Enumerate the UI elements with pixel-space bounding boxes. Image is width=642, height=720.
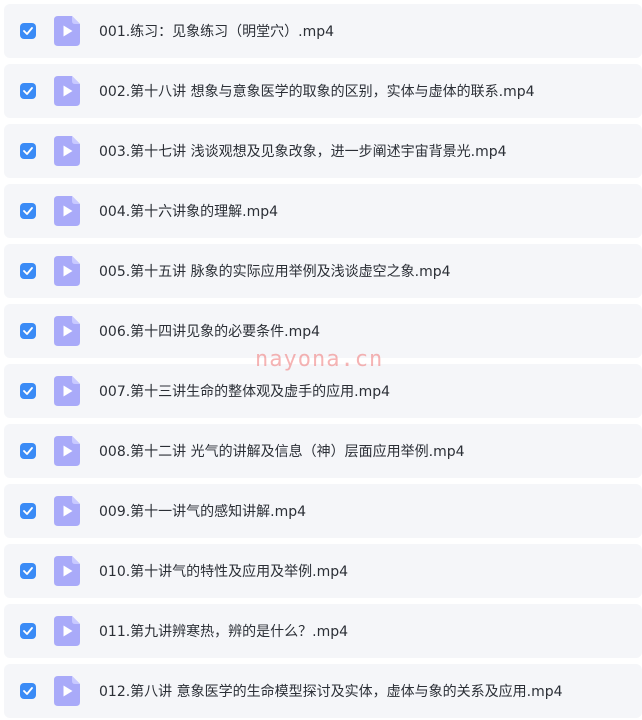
checkmark-icon	[23, 447, 33, 455]
file-row[interactable]: 009.第十一讲气的感知讲解.mp4	[4, 484, 642, 538]
file-name: 009.第十一讲气的感知讲解.mp4	[99, 504, 307, 520]
checkbox-checked[interactable]	[20, 503, 36, 519]
checkbox-checked[interactable]	[20, 203, 36, 219]
checkbox-checked[interactable]	[20, 683, 36, 699]
file-name: 001.练习：见象练习（明堂穴）.mp4	[99, 24, 335, 40]
file-name: 012.第八讲 意象医学的生命模型探讨及实体，虚体与象的关系及应用.mp4	[99, 684, 563, 700]
checkbox-checked[interactable]	[20, 443, 36, 459]
file-row[interactable]: 010.第十讲气的特性及应用及举例.mp4	[4, 544, 642, 598]
video-file-icon	[54, 676, 80, 706]
file-name: 002.第十八讲 想象与意象医学的取象的区别，实体与虚体的联系.mp4	[99, 84, 535, 100]
file-name: 004.第十六讲象的理解.mp4	[99, 204, 279, 220]
file-row[interactable]: 004.第十六讲象的理解.mp4	[4, 184, 642, 238]
checkmark-icon	[23, 387, 33, 395]
file-name: 011.第九讲辨寒热，辨的是什么？.mp4	[99, 624, 349, 640]
checkmark-icon	[23, 627, 33, 635]
checkbox-checked[interactable]	[20, 323, 36, 339]
video-file-icon	[54, 256, 80, 286]
video-file-icon	[54, 376, 80, 406]
file-row[interactable]: 006.第十四讲见象的必要条件.mp4	[4, 304, 642, 358]
video-file-icon	[54, 16, 80, 46]
checkmark-icon	[23, 567, 33, 575]
file-name: 007.第十三讲生命的整体观及虚手的应用.mp4	[99, 384, 391, 400]
video-file-icon	[54, 556, 80, 586]
checkmark-icon	[23, 267, 33, 275]
file-name: 005.第十五讲 脉象的实际应用举例及浅谈虚空之象.mp4	[99, 264, 451, 280]
checkmark-icon	[23, 147, 33, 155]
video-file-icon	[54, 436, 80, 466]
video-file-icon	[54, 316, 80, 346]
video-file-icon	[54, 76, 80, 106]
video-file-icon	[54, 496, 80, 526]
video-file-icon	[54, 616, 80, 646]
file-row[interactable]: 011.第九讲辨寒热，辨的是什么？.mp4	[4, 604, 642, 658]
file-name: 010.第十讲气的特性及应用及举例.mp4	[99, 564, 349, 580]
file-name: 008.第十二讲 光气的讲解及信息（神）层面应用举例.mp4	[99, 444, 465, 460]
file-row[interactable]: 008.第十二讲 光气的讲解及信息（神）层面应用举例.mp4	[4, 424, 642, 478]
checkbox-checked[interactable]	[20, 143, 36, 159]
file-row[interactable]: 003.第十七讲 浅谈观想及见象改象，进一步阐述宇宙背景光.mp4	[4, 124, 642, 178]
file-list: 001.练习：见象练习（明堂穴）.mp4 002.第十八讲 想象与意象医学的取象…	[0, 0, 642, 720]
file-row[interactable]: 012.第八讲 意象医学的生命模型探讨及实体，虚体与象的关系及应用.mp4	[4, 664, 642, 718]
checkbox-checked[interactable]	[20, 563, 36, 579]
checkbox-checked[interactable]	[20, 623, 36, 639]
video-file-icon	[54, 136, 80, 166]
file-name: 006.第十四讲见象的必要条件.mp4	[99, 324, 321, 340]
checkbox-checked[interactable]	[20, 263, 36, 279]
file-name: 003.第十七讲 浅谈观想及见象改象，进一步阐述宇宙背景光.mp4	[99, 144, 507, 160]
checkmark-icon	[23, 687, 33, 695]
video-file-icon	[54, 196, 80, 226]
checkbox-checked[interactable]	[20, 383, 36, 399]
file-row[interactable]: 001.练习：见象练习（明堂穴）.mp4	[4, 4, 642, 58]
checkbox-checked[interactable]	[20, 83, 36, 99]
file-row[interactable]: 007.第十三讲生命的整体观及虚手的应用.mp4	[4, 364, 642, 418]
checkmark-icon	[23, 87, 33, 95]
checkmark-icon	[23, 327, 33, 335]
checkmark-icon	[23, 27, 33, 35]
file-row[interactable]: 002.第十八讲 想象与意象医学的取象的区别，实体与虚体的联系.mp4	[4, 64, 642, 118]
checkmark-icon	[23, 207, 33, 215]
checkbox-checked[interactable]	[20, 23, 36, 39]
file-row[interactable]: 005.第十五讲 脉象的实际应用举例及浅谈虚空之象.mp4	[4, 244, 642, 298]
checkmark-icon	[23, 507, 33, 515]
